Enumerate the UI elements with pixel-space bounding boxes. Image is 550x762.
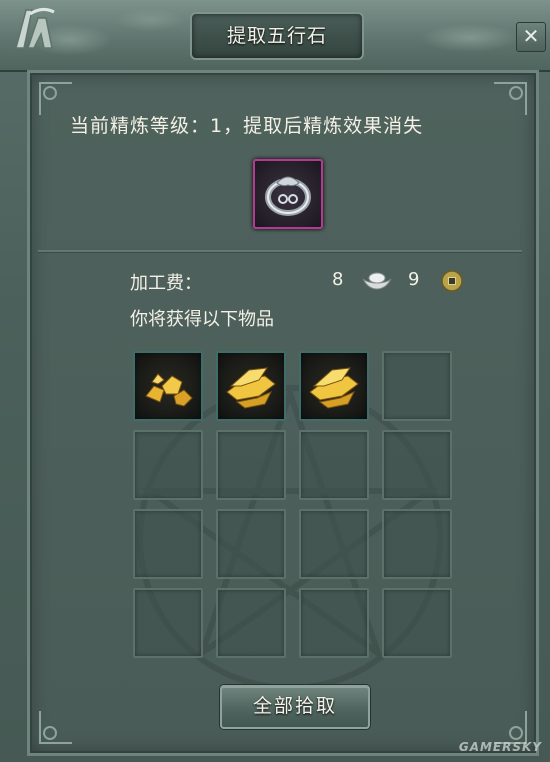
- reward-slot-empty[interactable]: [382, 351, 452, 421]
- close-button[interactable]: ✕: [516, 22, 546, 52]
- corner-ornament-icon: [39, 711, 72, 744]
- extract-stone-window: 提取五行石 ✕ 当前精炼等级：1，提取后精炼效果消失 加工费： 8 9 你将获得…: [0, 0, 550, 762]
- reward-slot-empty[interactable]: [382, 588, 452, 658]
- gold-ingot-icon: [309, 367, 359, 409]
- reward-slot-empty[interactable]: [382, 509, 452, 579]
- gold-ingot-icon: [226, 367, 276, 409]
- close-icon: ✕: [522, 24, 540, 48]
- reward-slot-empty[interactable]: [299, 430, 369, 500]
- gold-ore-icon: [145, 373, 193, 407]
- collect-all-button[interactable]: 全部拾取: [220, 685, 370, 729]
- main-panel: 当前精炼等级：1，提取后精炼效果消失 加工费： 8 9 你将获得以下物品 全部拾…: [27, 70, 539, 756]
- window-title: 提取五行石: [190, 12, 364, 60]
- reward-slot-empty[interactable]: [216, 430, 286, 500]
- reward-slot-empty[interactable]: [133, 509, 203, 579]
- reward-slot-empty[interactable]: [133, 430, 203, 500]
- silver-ingot-icon: [362, 272, 392, 290]
- copper-coin-icon: [441, 270, 463, 292]
- rewards-grid: [133, 351, 452, 658]
- processing-fee-label: 加工费：: [130, 273, 202, 294]
- section-divider: [38, 250, 522, 252]
- reward-slot-empty[interactable]: [133, 588, 203, 658]
- reward-slot-gold-ingot[interactable]: [216, 351, 286, 421]
- source-item-slot[interactable]: [253, 159, 323, 229]
- rewards-label: 你将获得以下物品: [130, 309, 274, 330]
- site-watermark: GAMERSKY: [458, 740, 542, 754]
- ring-icon: [265, 176, 311, 216]
- fee-silver-amount: 8: [332, 269, 344, 290]
- reward-slot-empty[interactable]: [216, 588, 286, 658]
- reward-slot-empty[interactable]: [382, 430, 452, 500]
- title-bar[interactable]: 提取五行石 ✕: [0, 0, 550, 72]
- refine-level-info: 当前精炼等级：1，提取后精炼效果消失: [70, 115, 424, 137]
- fee-gold-amount: 9: [408, 269, 420, 290]
- reward-slot-gold-ore[interactable]: [133, 351, 203, 421]
- reward-slot-empty[interactable]: [299, 509, 369, 579]
- reward-slot-gold-ingot[interactable]: [299, 351, 369, 421]
- game-emblem-icon: [15, 7, 55, 49]
- reward-slot-empty[interactable]: [216, 509, 286, 579]
- reward-slot-empty[interactable]: [299, 588, 369, 658]
